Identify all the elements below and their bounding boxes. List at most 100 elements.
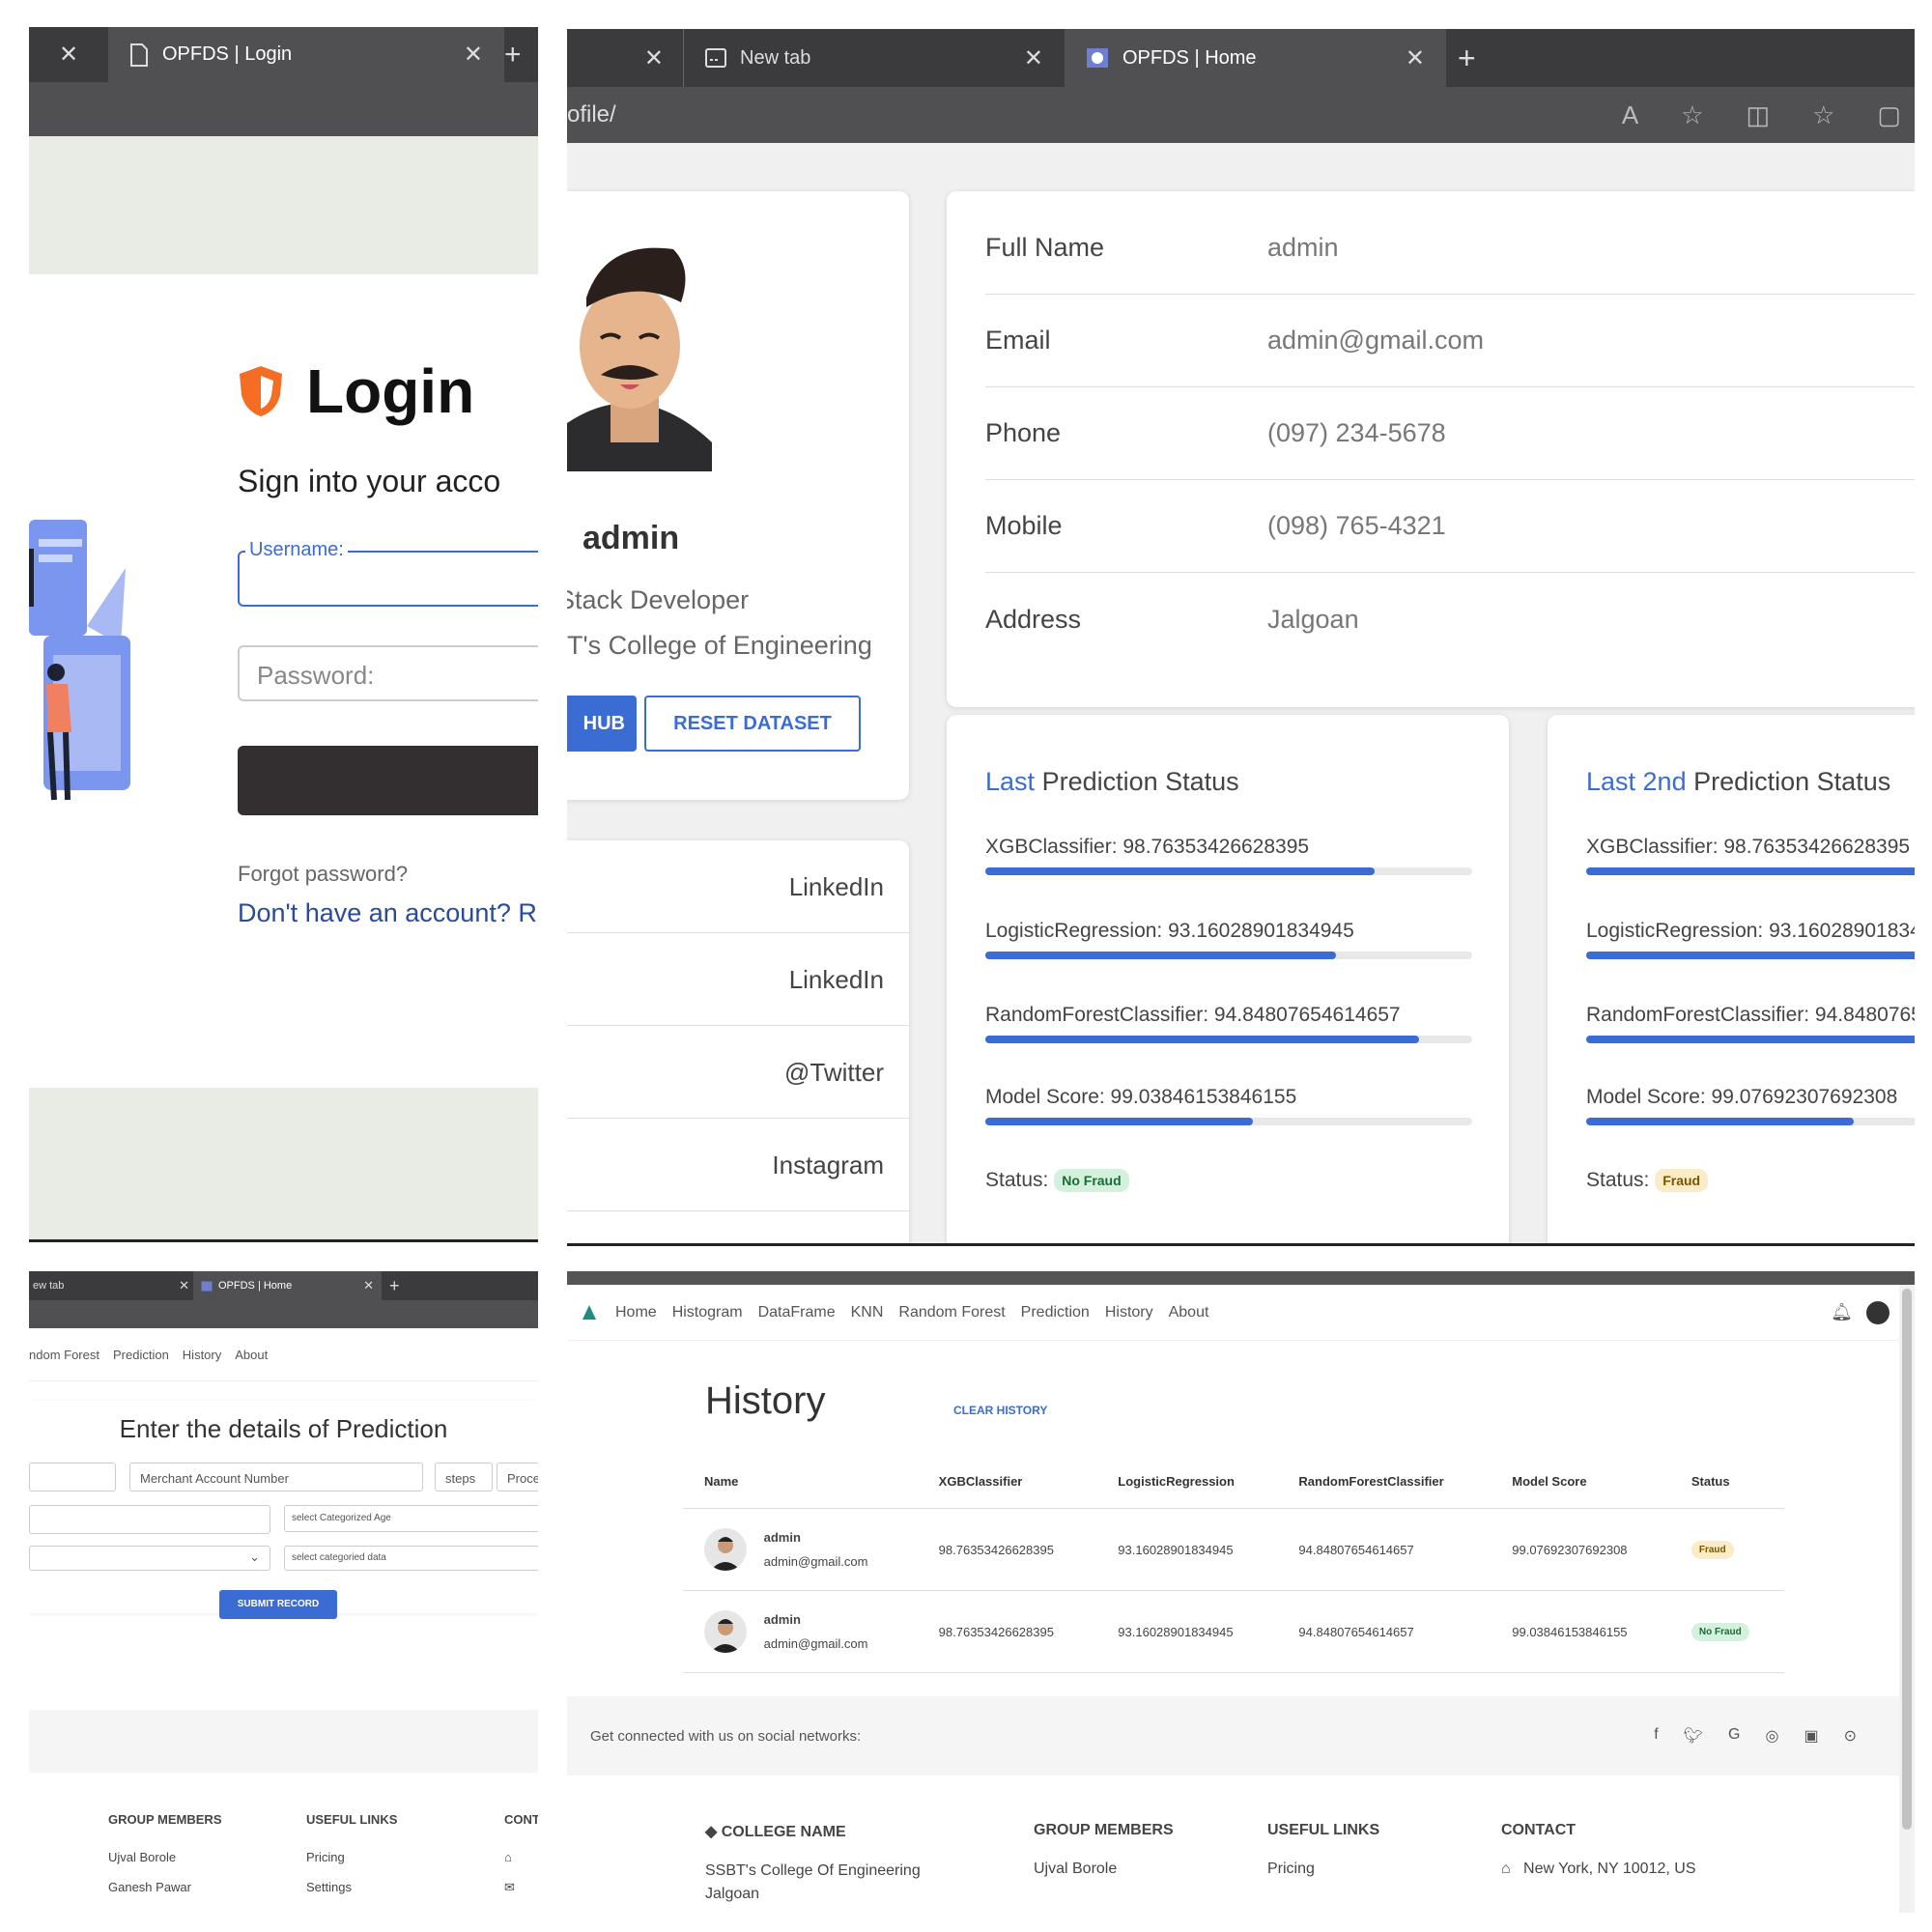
login-button[interactable] [238,746,538,815]
register-link[interactable]: Don't have an account? Reg [238,898,538,928]
nav-prediction[interactable]: Prediction [113,1348,169,1362]
footer-heading: GROUP MEMBERS [108,1812,222,1827]
new-tab-icon[interactable]: + [1446,41,1476,76]
text-input[interactable] [29,1505,270,1534]
close-icon[interactable]: ✕ [567,44,683,72]
steps-input[interactable]: steps [435,1463,493,1492]
nav-dataframe[interactable]: DataFrame [758,1304,836,1321]
submit-record-button[interactable]: SUBMIT RECORD [219,1590,337,1619]
clear-history-button[interactable]: CLEAR HISTORY [953,1404,1047,1417]
site-icon [201,1281,213,1291]
split-screen-icon[interactable]: ◫ [1747,100,1771,130]
tab-home[interactable]: OPFDS | Home ✕ [1065,29,1446,87]
card-title: Last 2nd Prediction Status [1586,767,1890,797]
star-icon[interactable]: ☆ [1681,100,1703,130]
last-prediction-card: Last Prediction Status XGBClassifier: 98… [947,715,1509,1243]
new-tab-icon[interactable]: + [382,1276,400,1296]
nav-about[interactable]: About [235,1348,268,1362]
form-heading: Enter the details of Prediction [119,1414,448,1443]
brand-logo-icon[interactable] [579,1302,600,1323]
url-text: ofile/ [567,101,616,128]
lr-cell: 93.16028901834945 [1096,1590,1278,1673]
tab-title: ew tab [33,1280,65,1292]
categorized-age-select[interactable]: select Categorized Age [284,1505,538,1532]
college-heading: COLLEGE NAME [721,1824,846,1840]
instagram-icon[interactable]: ◎ [1766,1726,1779,1746]
login-illustration [29,520,130,801]
facebook-icon[interactable]: f [1654,1726,1658,1746]
reset-dataset-button[interactable]: RESET DATASET [644,696,861,752]
progress-bar [1586,867,1915,875]
address-bar[interactable] [29,82,538,136]
merchant-account-input[interactable]: Merchant Account Number [129,1463,423,1492]
tab-new[interactable]: ew tab ✕ [29,1271,193,1300]
close-icon[interactable]: ✕ [179,1278,189,1293]
footer-link[interactable]: Pricing [306,1850,397,1864]
close-icon[interactable]: ✕ [464,41,483,69]
social-linkedin[interactable]: LinkedIn [567,840,909,933]
twitter-icon[interactable]: 🐦︎ [1684,1726,1703,1746]
navbar: ndom Forest Prediction History About [29,1328,538,1381]
info-value: (098) 765-4321 [1267,511,1446,540]
forgot-password-link[interactable]: Forgot password? [238,862,408,887]
categoried-data-select[interactable]: select categoried data [284,1546,538,1571]
linkedin-icon[interactable]: ▣ [1804,1726,1818,1746]
github-button[interactable]: HUB [567,696,637,752]
profile-name: admin [582,520,680,556]
browser-tabbar: ✕ New tab ✕ OPFDS | Home ✕ + [567,29,1915,87]
collections-icon[interactable]: ▢ [1877,100,1901,130]
social-linkedin[interactable]: LinkedIn [567,933,909,1026]
close-icon[interactable]: ✕ [1406,44,1425,72]
xgb-cell: 98.76353426628395 [917,1508,1097,1591]
status-cell: No Fraud [1669,1590,1784,1673]
social-instagram[interactable]: Instagram [567,1119,909,1211]
user-avatar[interactable] [1866,1300,1889,1324]
progress-fill [1586,1036,1915,1043]
info-card: Full Name admin Email admin@gmail.com Phon… [947,191,1915,707]
social-twitter[interactable]: @Twitter [567,1026,909,1119]
nav-knn[interactable]: KNN [851,1304,884,1321]
nav-history[interactable]: History [183,1348,221,1362]
amount-input[interactable] [29,1463,116,1492]
close-icon[interactable]: ✕ [363,1278,374,1293]
read-aloud-icon[interactable]: A [1622,100,1638,130]
progress-bar [985,1036,1472,1043]
favorites-icon[interactable]: ☆ [1812,100,1834,130]
tab-login[interactable]: OPFDS | Login ✕ [108,27,504,82]
footer-link[interactable]: Settings [306,1880,397,1894]
info-row-address: Address Jalgoan [985,573,1915,666]
prediction-panel: ew tab ✕ OPFDS | Home ✕ + ndom Forest Pr… [29,1271,538,1913]
metric-label: XGBClassifier: 98.76353426628395 [985,836,1310,858]
nav-home[interactable]: Home [615,1304,657,1321]
bell-icon[interactable]: 🔔︎ [1831,1302,1853,1322]
nav-prediction[interactable]: Prediction [1021,1304,1090,1321]
info-key: Mobile [985,511,1063,540]
github-icon[interactable]: ⊙ [1844,1726,1857,1746]
social-card: LinkedIn LinkedIn @Twitter Instagram [567,840,909,1243]
nav-random-forest[interactable]: Random Forest [898,1304,1005,1321]
category-select[interactable]: ⌄ [29,1546,270,1571]
address-bar[interactable]: ofile/ A ☆ ◫ ☆ ▢ [567,87,1915,143]
progress-bar [985,1118,1472,1125]
footer-link[interactable]: Pricing [1267,1861,1379,1878]
metric-label: XGBClassifier: 98.76353426628395 [1586,836,1911,858]
footer-useful-links: USEFUL LINKS Pricing Settings [306,1812,397,1894]
close-icon[interactable]: ✕ [1024,44,1043,72]
close-icon[interactable]: ✕ [29,41,108,69]
nav-history[interactable]: History [1105,1304,1153,1321]
nav-about[interactable]: About [1169,1304,1209,1321]
password-field[interactable]: Password: [238,645,538,701]
process-input[interactable]: Proces [497,1463,538,1492]
nav-random-forest[interactable]: ndom Forest [29,1348,99,1362]
new-tab-icon[interactable]: + [504,39,522,71]
row-name: admin [763,1612,801,1627]
scrollbar[interactable] [1899,1285,1915,1913]
tab-new[interactable]: New tab ✕ [683,29,1065,87]
tab-home[interactable]: OPFDS | Home ✕ [193,1271,382,1300]
google-icon[interactable]: G [1728,1726,1740,1746]
username-label: Username: [245,539,348,561]
status-line: Status: Fraud [1586,1169,1709,1193]
address-bar[interactable] [29,1300,538,1328]
nav-histogram[interactable]: Histogram [672,1304,743,1321]
home-icon: ⌂ [1501,1861,1511,1877]
